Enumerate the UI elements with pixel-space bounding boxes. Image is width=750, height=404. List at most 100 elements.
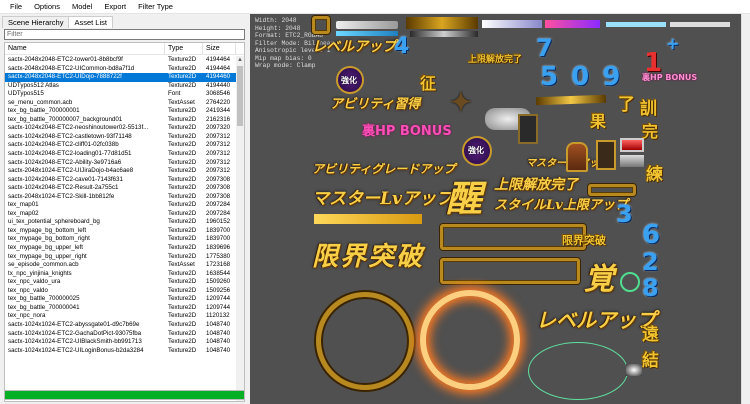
atlas-num-8: 8 (642, 274, 659, 302)
list-scrollbar[interactable]: ▲ ▼ (236, 56, 244, 401)
atlas-levelup-big: レベルアップ (536, 308, 656, 332)
asset-type-cell: Texture2D (168, 320, 197, 328)
asset-name-cell: tx_npc_yinjinia_knights (8, 269, 72, 277)
scroll-thumb[interactable] (237, 66, 243, 126)
asset-name-cell: tex_mypage_bg_upper_left (8, 244, 83, 252)
table-row[interactable]: sactx-2048x2048-ETC2-UIDojo-7888722f Text… (5, 73, 238, 82)
asset-type-cell: Texture2D (168, 56, 197, 63)
table-row[interactable]: sactx-2048x2048-ETC2-UICommon-bd8a7f1d Te… (5, 65, 238, 74)
table-row[interactable]: tex_mypage_bg_upper_right Texture2D 177538… (5, 253, 238, 262)
column-size-header[interactable]: Size (203, 43, 236, 54)
table-row[interactable]: sactx-2048x2048-ETC2-tower01-8b8bcf9f Tex… (5, 56, 238, 65)
panel-frame (440, 258, 580, 284)
table-row[interactable]: tex_map02 Texture2D 2097284 (5, 210, 238, 219)
asset-type-cell: Texture2D (168, 209, 197, 217)
column-name-header[interactable]: Name (5, 43, 165, 54)
asset-size-cell: 1638544 (206, 269, 231, 277)
asset-size-cell: 2097308 (206, 192, 231, 200)
table-row[interactable]: sactx-1024x2048-ETC2-cave01-7143f631 Text… (5, 176, 238, 185)
asset-name-cell: ui_tex_potential_sphereboard_bg (8, 218, 100, 226)
asset-name-cell: se_menu_common.acb (8, 98, 73, 106)
sparkle-bar (535, 94, 607, 106)
atlas-ryo: 了 (618, 95, 635, 115)
table-row[interactable]: tx_npc_yinjinia_knights Texture2D 1638544 (5, 270, 238, 279)
table-row[interactable]: tex_mypage_bg_upper_left Texture2D 1839696 (5, 244, 238, 253)
table-row[interactable]: sactx-2048x1024-ETC2-UIJiraDojo-b4ac6ae8… (5, 167, 238, 176)
menu-options[interactable]: Options (28, 0, 66, 14)
table-row[interactable]: se_menu_common.acb TextAsset 2764220 (5, 99, 238, 108)
table-row[interactable]: ui_tex_potential_sphereboard_bg Texture2D… (5, 218, 238, 227)
asset-name-cell: tex_mypage_bg_bottom_left (8, 226, 87, 234)
atlas-hp-bonus-small: 裏HP BONUS (642, 73, 698, 82)
progress-bar (4, 390, 245, 400)
asset-size-cell: 1209744 (206, 303, 231, 311)
atlas-kaku-big: 醒 (446, 178, 483, 220)
gauge-bar (670, 22, 730, 27)
atlas-limit-release-small: 上限解放完了 (468, 55, 523, 65)
asset-type-cell: Texture2D (168, 329, 197, 337)
asset-size-cell: 1048740 (206, 320, 231, 328)
table-row[interactable]: tex_bg_battle_700000041 Texture2D 1209744 (5, 304, 238, 313)
preview-scrollbar[interactable] (741, 14, 750, 404)
asset-size-cell: 2162316 (206, 115, 231, 123)
table-row[interactable]: UDTypos512 Atlas Texture2D 4194440 (5, 82, 238, 91)
window-icon (596, 140, 616, 170)
texture-preview[interactable]: Width: 2048 Height: 2048 Format: ETC2_RGBA… (250, 14, 741, 404)
table-row[interactable]: tex_mypage_bg_bottom_left Texture2D 183970… (5, 227, 238, 236)
table-row[interactable]: tex_bg_battle_700000007_background01 Text… (5, 116, 238, 125)
table-row[interactable]: sactx-1024x1024-ETC2-GachaDotPict-93075f… (5, 330, 238, 339)
menu-filter-type[interactable]: Filter Type (132, 0, 179, 14)
menu-model[interactable]: Model (66, 0, 98, 14)
table-row[interactable]: tex_bg_battle_700000025 Texture2D 1209744 (5, 295, 238, 304)
table-row[interactable]: UDTypos515 Font 3068546 (5, 90, 238, 99)
table-row[interactable]: sactx-1024x2048-ETC2-Ability-3e9716a6 Tex… (5, 159, 238, 168)
asset-name-cell: sactx-2048x2048-ETC2-UIDojo-7888722f (8, 73, 122, 81)
asset-name-cell: sactx-1024x2048-ETC2-neoshinoutower02-55… (8, 124, 149, 132)
scroll-up-icon[interactable]: ▲ (236, 56, 244, 64)
menu-file[interactable]: File (4, 0, 28, 14)
asset-type-cell: Texture2D (168, 158, 197, 166)
asset-name-cell: sactx-2048x2048-ETC2-UICommon-bd8a7f1d (8, 64, 135, 72)
filter-input[interactable] (4, 29, 245, 40)
door-icon (566, 142, 588, 172)
table-row[interactable]: sactx-1024x2048-ETC2-Result-2a755c1 Textu… (5, 184, 238, 193)
table-row[interactable]: sactx-1024x1024-ETC2-abyssgate01-d9c7b69… (5, 321, 238, 330)
atlas-num-2: 2 (642, 248, 659, 276)
tab-scene-hierarchy[interactable]: Scene Hierarchy (2, 16, 70, 28)
asset-size-cell: 2097312 (206, 132, 231, 140)
table-row[interactable]: sactx-1024x1024-ETC2-UIBlackSmith-bb9917… (5, 338, 238, 347)
table-row[interactable]: se_episode_common.acb TextAsset 1723168 (5, 261, 238, 270)
atlas-kyouka: 強化 (341, 75, 357, 85)
menu-export[interactable]: Export (98, 0, 132, 14)
table-row[interactable]: sactx-2048x1024-ETC2-Skill-1bb812fe Textu… (5, 193, 238, 202)
table-row[interactable]: sactx-1024x1024-ETC2-UILoginBonus-b2da32… (5, 347, 238, 356)
asset-name-cell: tex_npc_valdo (8, 286, 48, 294)
atlas-style-lv-limit: スタイルLv上限アップ (494, 198, 628, 213)
magic-circle (528, 342, 628, 400)
glow-ring-orange (420, 290, 520, 390)
texture-info-line: Wrap mode: Clamp (255, 62, 316, 69)
asset-type-cell: Texture2D (168, 278, 197, 286)
asset-name-cell: UDTypos515 (8, 90, 44, 98)
table-row[interactable]: sactx-1024x2048-ETC2-neoshinoutower02-55… (5, 124, 238, 133)
table-row[interactable]: tex_map01 Texture2D 2097284 (5, 201, 238, 210)
asset-type-cell: TextAsset (168, 98, 195, 106)
tab-asset-list[interactable]: Asset List (68, 16, 113, 28)
asset-size-cell: 2097312 (206, 167, 231, 175)
asset-name-cell: tex_bg_battle_700000001 (8, 107, 80, 115)
table-row[interactable]: tex_npc_valdo Texture2D 1509256 (5, 287, 238, 296)
table-row[interactable]: tex_npc_nora Texture2D 1120132 (5, 312, 238, 321)
table-row[interactable]: tex_mypage_bg_bottom_right Texture2D 18397… (5, 235, 238, 244)
asset-size-cell: 2097312 (206, 158, 231, 166)
column-type-header[interactable]: Type (165, 43, 203, 54)
table-row[interactable]: tex_npc_valdo_ura Texture2D 1509260 (5, 278, 238, 287)
table-row[interactable]: sactx-1024x2048-ETC2-cliff01-02fc038b Tex… (5, 141, 238, 150)
button-silver (620, 155, 644, 167)
asset-size-cell: 4194464 (206, 64, 231, 72)
asset-type-cell: TextAsset (168, 261, 195, 269)
asset-size-cell: 1723168 (206, 261, 231, 269)
table-row[interactable]: tex_bg_battle_700000001 Texture2D 2419344 (5, 107, 238, 116)
asset-size-cell: 4194440 (206, 81, 231, 89)
table-row[interactable]: sactx-1024x2048-ETC2-castletown-93f71148… (5, 133, 238, 142)
table-row[interactable]: sactx-1024x2048-ETC2-loading01-77d81d51 T… (5, 150, 238, 159)
